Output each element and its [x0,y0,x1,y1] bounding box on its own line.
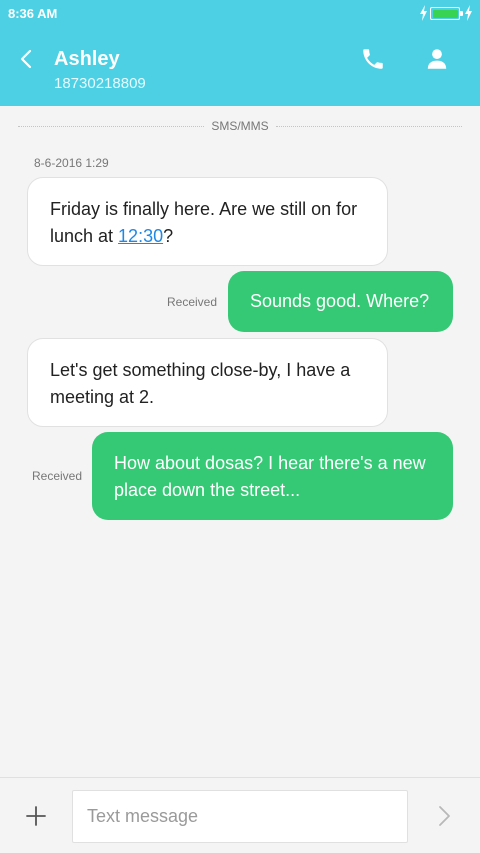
message-text: Let's get something close-by, I have a m… [50,360,351,407]
status-bar: 8:36 AM [0,0,480,28]
contact-profile-button[interactable] [424,46,450,72]
back-button[interactable] [16,48,38,70]
message-text: How about dosas? I hear there's a new pl… [114,453,426,500]
send-button[interactable] [432,804,456,828]
call-button[interactable] [360,46,386,72]
app-header: 8:36 AM Ashley 18730218809 [0,0,480,106]
channel-divider: SMS/MMS [18,116,462,136]
charging-icon [420,5,427,21]
contact-number: 18730218809 [54,75,146,92]
time-link[interactable]: 12:30 [118,226,163,246]
message-text: Sounds good. Where? [250,291,430,311]
outgoing-message-bubble[interactable]: Sounds good. Where? [228,271,453,332]
outgoing-message-bubble[interactable]: How about dosas? I hear there's a new pl… [92,432,453,520]
incoming-message-bubble[interactable]: Friday is finally here. Are we still on … [27,177,388,266]
attach-button[interactable] [24,804,48,828]
status-time: 8:36 AM [8,6,58,21]
incoming-message-bubble[interactable]: Let's get something close-by, I have a m… [27,338,388,427]
message-text: Friday is finally here. Are we still on … [50,199,358,246]
contact-name: Ashley [54,48,120,70]
delivery-status: Received [167,295,218,309]
message-text: ? [163,226,174,246]
message-timestamp: 8-6-2016 1:29 [34,156,109,170]
charging-icon [465,5,472,21]
message-input[interactable] [72,790,408,843]
message-composer [0,777,480,853]
delivery-status: Received [32,469,83,483]
battery-icon [430,7,463,20]
